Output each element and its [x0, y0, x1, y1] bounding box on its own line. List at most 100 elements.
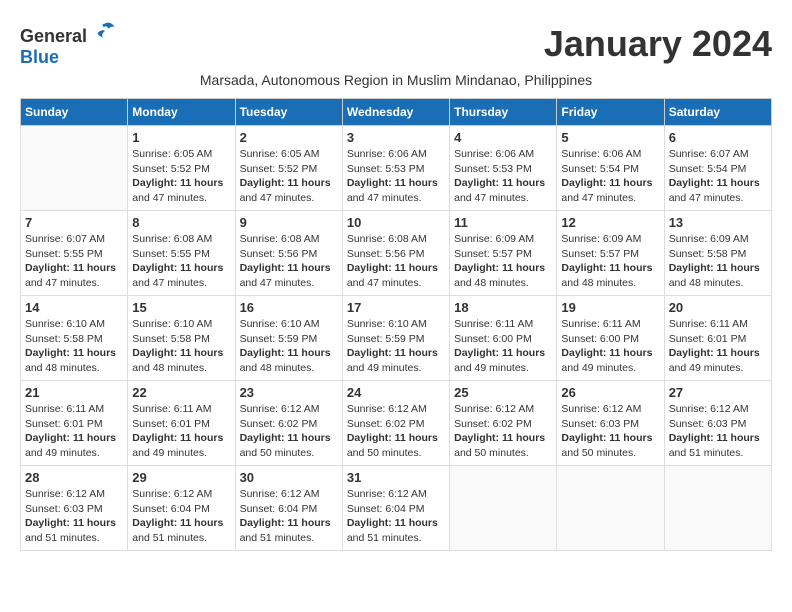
- day-info: Sunrise: 6:12 AMSunset: 6:04 PMDaylight:…: [347, 487, 445, 546]
- calendar-table: SundayMondayTuesdayWednesdayThursdayFrid…: [20, 98, 772, 551]
- week-row-4: 21 Sunrise: 6:11 AMSunset: 6:01 PMDayligh…: [21, 381, 772, 466]
- calendar-cell: 22Sunrise: 6:11 AMSunset: 6:01 PMDayligh…: [128, 381, 235, 466]
- day-number: 9: [240, 215, 338, 230]
- day-info: Sunrise: 6:10 AMSunset: 5:58 PMDaylight:…: [25, 317, 123, 376]
- calendar-cell: 2 Sunrise: 6:05 AMSunset: 5:52 PMDaylight…: [235, 126, 342, 211]
- calendar-cell: 23Sunrise: 6:12 AMSunset: 6:02 PMDayligh…: [235, 381, 342, 466]
- calendar-cell: [664, 466, 771, 551]
- day-info: Sunrise: 6:06 AMSunset: 5:54 PMDaylight:…: [561, 147, 659, 206]
- day-number: 2: [240, 130, 338, 145]
- day-info: Sunrise: 6:12 AMSunset: 6:03 PMDaylight:…: [561, 402, 659, 461]
- calendar-header-wednesday: Wednesday: [342, 99, 449, 126]
- day-info: Sunrise: 6:12 AMSunset: 6:03 PMDaylight:…: [25, 487, 123, 546]
- calendar-cell: 26Sunrise: 6:12 AMSunset: 6:03 PMDayligh…: [557, 381, 664, 466]
- calendar-cell: 14 Sunrise: 6:10 AMSunset: 5:58 PMDayligh…: [21, 296, 128, 381]
- calendar-cell: 30 Sunrise: 6:12 AMSunset: 6:04 PMDayligh…: [235, 466, 342, 551]
- calendar-cell: 16 Sunrise: 6:10 AMSunset: 5:59 PMDayligh…: [235, 296, 342, 381]
- calendar-cell: 31Sunrise: 6:12 AMSunset: 6:04 PMDayligh…: [342, 466, 449, 551]
- day-info: Sunrise: 6:09 AMSunset: 5:57 PMDaylight:…: [454, 232, 552, 291]
- logo-general: General: [20, 26, 87, 46]
- day-number: 6: [669, 130, 767, 145]
- day-info: Sunrise: 6:10 AMSunset: 5:59 PMDaylight:…: [240, 317, 338, 376]
- logo-text: General Blue: [20, 20, 116, 68]
- day-number: 4: [454, 130, 552, 145]
- day-number: 24: [347, 385, 445, 400]
- day-number: 25: [454, 385, 552, 400]
- calendar-cell: 3 Sunrise: 6:06 AMSunset: 5:53 PMDaylight…: [342, 126, 449, 211]
- calendar-cell: 9 Sunrise: 6:08 AMSunset: 5:56 PMDaylight…: [235, 211, 342, 296]
- day-info: Sunrise: 6:06 AMSunset: 5:53 PMDaylight:…: [454, 147, 552, 206]
- day-number: 21: [25, 385, 123, 400]
- month-title: January 2024: [544, 23, 772, 65]
- calendar-header-saturday: Saturday: [664, 99, 771, 126]
- day-number: 1: [132, 130, 230, 145]
- day-info: Sunrise: 6:09 AMSunset: 5:58 PMDaylight:…: [669, 232, 767, 291]
- day-number: 13: [669, 215, 767, 230]
- calendar-header-monday: Monday: [128, 99, 235, 126]
- day-info: Sunrise: 6:05 AMSunset: 5:52 PMDaylight:…: [240, 147, 338, 206]
- day-info: Sunrise: 6:08 AMSunset: 5:56 PMDaylight:…: [240, 232, 338, 291]
- calendar-cell: 1 Sunrise: 6:05 AMSunset: 5:52 PMDaylight…: [128, 126, 235, 211]
- day-number: 20: [669, 300, 767, 315]
- calendar-header-friday: Friday: [557, 99, 664, 126]
- day-info: Sunrise: 6:08 AMSunset: 5:56 PMDaylight:…: [347, 232, 445, 291]
- logo-blue: Blue: [20, 47, 59, 67]
- calendar-cell: 29Sunrise: 6:12 AMSunset: 6:04 PMDayligh…: [128, 466, 235, 551]
- day-number: 14: [25, 300, 123, 315]
- day-info: Sunrise: 6:08 AMSunset: 5:55 PMDaylight:…: [132, 232, 230, 291]
- calendar-cell: 17 Sunrise: 6:10 AMSunset: 5:59 PMDayligh…: [342, 296, 449, 381]
- week-row-2: 7 Sunrise: 6:07 AMSunset: 5:55 PMDaylight…: [21, 211, 772, 296]
- day-info: Sunrise: 6:11 AMSunset: 6:00 PMDaylight:…: [454, 317, 552, 376]
- week-row-3: 14 Sunrise: 6:10 AMSunset: 5:58 PMDayligh…: [21, 296, 772, 381]
- calendar-cell: 12 Sunrise: 6:09 AMSunset: 5:57 PMDayligh…: [557, 211, 664, 296]
- day-number: 19: [561, 300, 659, 315]
- day-number: 7: [25, 215, 123, 230]
- calendar-cell: 24Sunrise: 6:12 AMSunset: 6:02 PMDayligh…: [342, 381, 449, 466]
- logo-bird-icon: [94, 20, 116, 42]
- day-number: 12: [561, 215, 659, 230]
- day-number: 30: [240, 470, 338, 485]
- calendar-cell: 6 Sunrise: 6:07 AMSunset: 5:54 PMDaylight…: [664, 126, 771, 211]
- calendar-cell: 4 Sunrise: 6:06 AMSunset: 5:53 PMDaylight…: [450, 126, 557, 211]
- day-info: Sunrise: 6:07 AMSunset: 5:55 PMDaylight:…: [25, 232, 123, 291]
- page-container: General Blue January 2024 Marsada, Auton…: [20, 20, 772, 551]
- calendar-cell: 8 Sunrise: 6:08 AMSunset: 5:55 PMDaylight…: [128, 211, 235, 296]
- day-number: 3: [347, 130, 445, 145]
- header: General Blue January 2024: [20, 20, 772, 68]
- week-row-1: 1 Sunrise: 6:05 AMSunset: 5:52 PMDaylight…: [21, 126, 772, 211]
- calendar-cell: 28Sunrise: 6:12 AMSunset: 6:03 PMDayligh…: [21, 466, 128, 551]
- day-info: Sunrise: 6:12 AMSunset: 6:04 PMDaylight:…: [240, 487, 338, 546]
- day-info: Sunrise: 6:10 AMSunset: 5:59 PMDaylight:…: [347, 317, 445, 376]
- calendar-cell: 11Sunrise: 6:09 AMSunset: 5:57 PMDayligh…: [450, 211, 557, 296]
- day-info: Sunrise: 6:09 AMSunset: 5:57 PMDaylight:…: [561, 232, 659, 291]
- day-number: 27: [669, 385, 767, 400]
- calendar-cell: 21Sunrise: 6:11 AMSunset: 6:01 PMDayligh…: [21, 381, 128, 466]
- day-info: Sunrise: 6:11 AMSunset: 6:00 PMDaylight:…: [561, 317, 659, 376]
- calendar-cell: 20Sunrise: 6:11 AMSunset: 6:01 PMDayligh…: [664, 296, 771, 381]
- calendar-cell: 27Sunrise: 6:12 AMSunset: 6:03 PMDayligh…: [664, 381, 771, 466]
- calendar-header-row: SundayMondayTuesdayWednesdayThursdayFrid…: [21, 99, 772, 126]
- day-info: Sunrise: 6:06 AMSunset: 5:53 PMDaylight:…: [347, 147, 445, 206]
- calendar-cell: 10 Sunrise: 6:08 AMSunset: 5:56 PMDayligh…: [342, 211, 449, 296]
- day-info: Sunrise: 6:12 AMSunset: 6:02 PMDaylight:…: [240, 402, 338, 461]
- day-info: Sunrise: 6:12 AMSunset: 6:02 PMDaylight:…: [454, 402, 552, 461]
- calendar-cell: 5Sunrise: 6:06 AMSunset: 5:54 PMDaylight…: [557, 126, 664, 211]
- calendar-header-tuesday: Tuesday: [235, 99, 342, 126]
- day-number: 17: [347, 300, 445, 315]
- calendar-cell: 15Sunrise: 6:10 AMSunset: 5:58 PMDayligh…: [128, 296, 235, 381]
- logo: General Blue: [20, 20, 116, 68]
- calendar-header-sunday: Sunday: [21, 99, 128, 126]
- calendar-header-thursday: Thursday: [450, 99, 557, 126]
- day-info: Sunrise: 6:05 AMSunset: 5:52 PMDaylight:…: [132, 147, 230, 206]
- day-info: Sunrise: 6:11 AMSunset: 6:01 PMDaylight:…: [132, 402, 230, 461]
- calendar-cell: 25 Sunrise: 6:12 AMSunset: 6:02 PMDayligh…: [450, 381, 557, 466]
- calendar-cell: [21, 126, 128, 211]
- day-number: 8: [132, 215, 230, 230]
- calendar-cell: 7 Sunrise: 6:07 AMSunset: 5:55 PMDaylight…: [21, 211, 128, 296]
- calendar-cell: [557, 466, 664, 551]
- day-info: Sunrise: 6:12 AMSunset: 6:04 PMDaylight:…: [132, 487, 230, 546]
- calendar-subtitle: Marsada, Autonomous Region in Muslim Min…: [20, 72, 772, 88]
- day-number: 16: [240, 300, 338, 315]
- day-info: Sunrise: 6:07 AMSunset: 5:54 PMDaylight:…: [669, 147, 767, 206]
- day-number: 10: [347, 215, 445, 230]
